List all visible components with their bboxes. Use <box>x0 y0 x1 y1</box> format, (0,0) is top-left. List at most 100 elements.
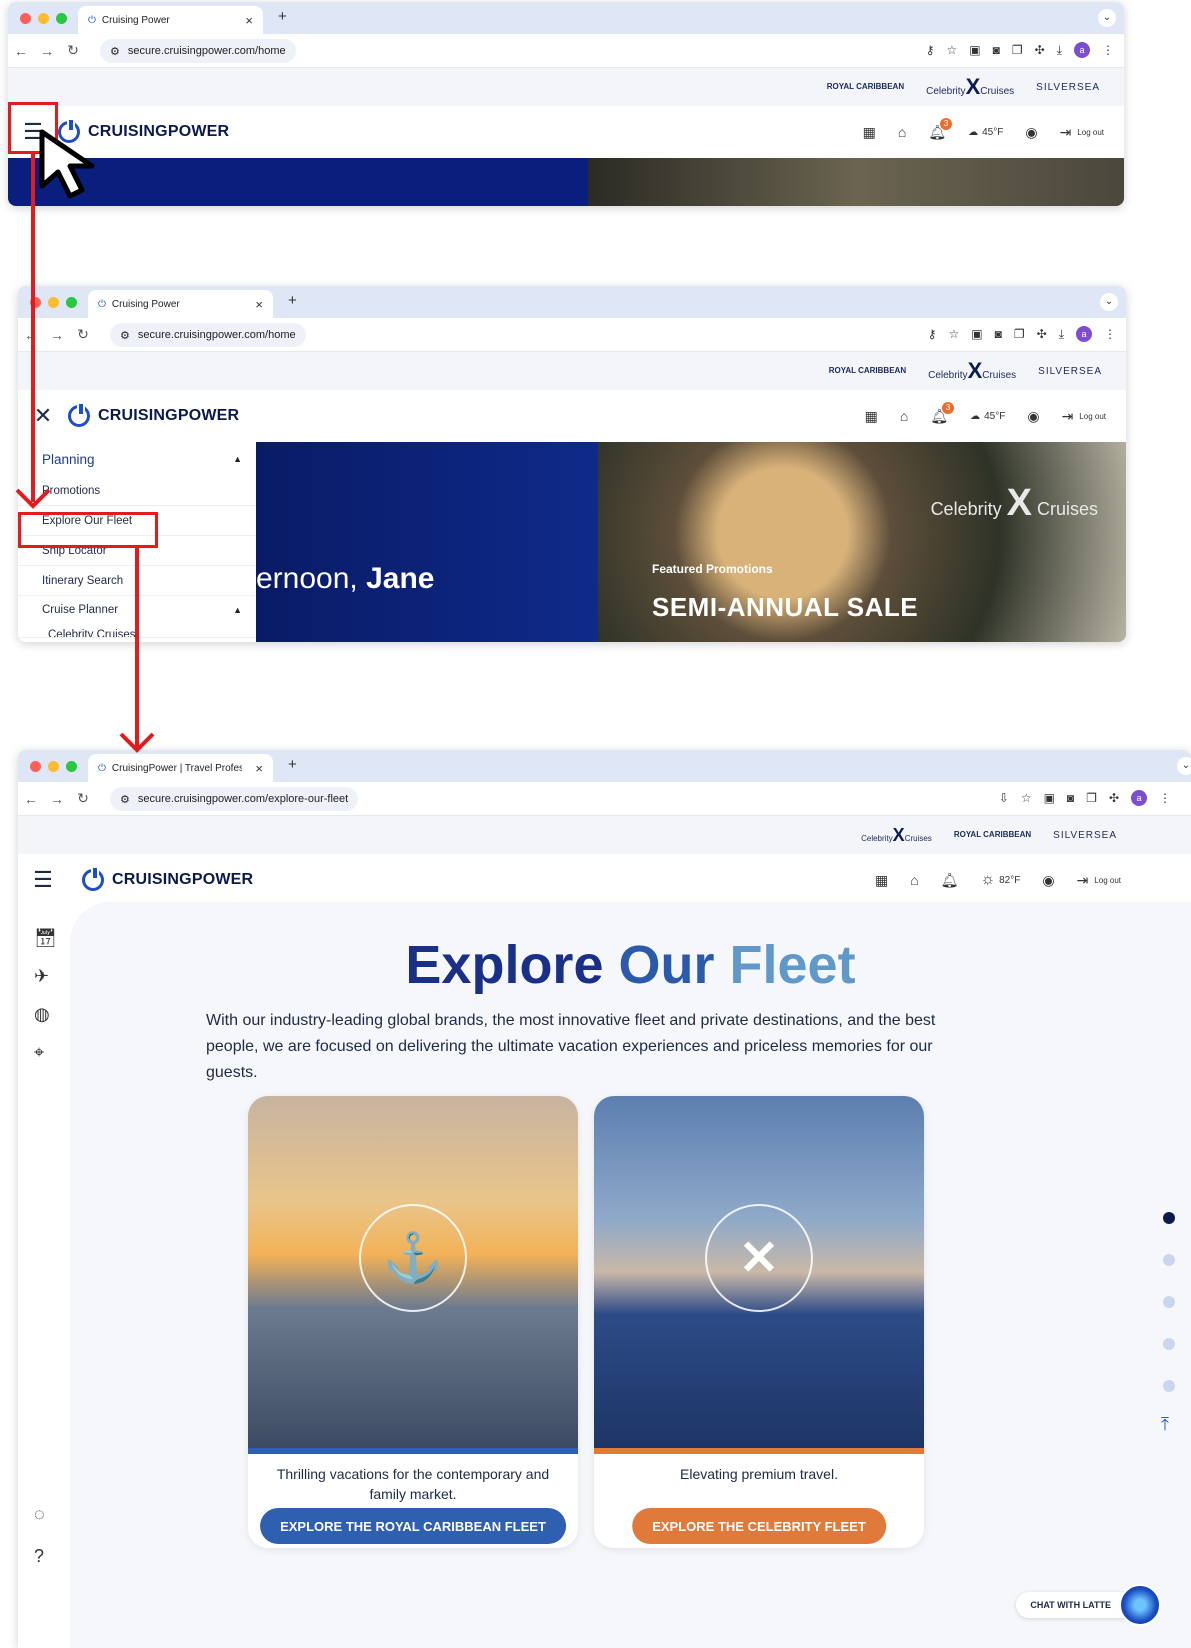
new-tab-icon[interactable]: + <box>288 292 297 309</box>
location-pin-icon[interactable]: ⌖ <box>34 1042 44 1063</box>
bookmark-star-icon[interactable]: ☆ <box>947 43 958 57</box>
extension-icon[interactable]: ▣ <box>969 43 980 57</box>
window-controls[interactable] <box>20 13 67 24</box>
weather-widget[interactable]: ☼ 82°F <box>980 871 1020 889</box>
account-icon[interactable]: ◉ <box>1025 124 1037 141</box>
close-tab-icon[interactable]: × <box>245 13 253 28</box>
chat-icon[interactable]: ⌂ <box>898 124 906 140</box>
extension-icon[interactable]: ▣ <box>1044 791 1055 805</box>
close-menu-icon[interactable]: ✕ <box>18 403 68 429</box>
explore-celebrity-button[interactable]: EXPLORE THE CELEBRITY FLEET <box>632 1508 886 1544</box>
reload-icon[interactable]: ↻ <box>60 42 86 59</box>
camera-icon[interactable]: ◙ <box>993 43 1000 57</box>
password-key-icon[interactable]: ⚷ <box>928 327 937 341</box>
camera-icon[interactable]: ◙ <box>1067 791 1074 805</box>
download-icon[interactable]: ⤓ <box>1059 327 1064 342</box>
extension-icon[interactable]: ▣ <box>971 327 982 341</box>
promotion-panel[interactable]: Celebrity X Cruises Featured Promotions … <box>598 442 1126 642</box>
tab-search-icon[interactable]: ⌄ <box>1098 9 1116 27</box>
sale-title[interactable]: SEMI-ANNUAL SALE <box>652 592 918 623</box>
profile-avatar[interactable]: a <box>1076 326 1092 342</box>
notifications-bell-icon[interactable]: 🔔︎ 3 <box>930 401 955 425</box>
globe-icon[interactable]: ◍ <box>34 1004 50 1025</box>
section-dot-active[interactable] <box>1163 1212 1175 1224</box>
more-menu-icon[interactable]: ⋮ <box>1102 43 1114 57</box>
apps-grid-icon[interactable]: ▦ <box>875 872 888 889</box>
section-dot[interactable] <box>1163 1296 1175 1308</box>
back-icon[interactable]: ← <box>8 43 34 59</box>
section-dot[interactable] <box>1163 1254 1175 1266</box>
close-tab-icon[interactable]: × <box>255 761 263 776</box>
reload-icon[interactable]: ↻ <box>70 790 96 807</box>
logout-button[interactable]: ⇥ Log out <box>1077 872 1121 889</box>
calendar-icon[interactable]: 📅︎ <box>34 928 57 949</box>
menu-section-planning[interactable]: Planning ▲ <box>18 442 256 476</box>
silversea-logo[interactable]: SILVERSEA <box>1038 366 1102 377</box>
cruisingpower-logo[interactable]: CRUISINGPOWER <box>68 402 239 427</box>
silversea-logo[interactable]: SILVERSEA <box>1036 82 1100 93</box>
cruisingpower-logo[interactable]: CRUISINGPOWER <box>82 866 253 891</box>
celebrity-card[interactable]: ✕ Elevating premium travel. EXPLORE THE … <box>594 1096 924 1548</box>
install-app-icon[interactable]: ⇩ <box>999 791 1009 805</box>
profile-avatar[interactable]: a <box>1131 790 1147 806</box>
close-tab-icon[interactable]: × <box>255 297 263 312</box>
bookmark-star-icon[interactable]: ☆ <box>949 327 960 341</box>
section-dot[interactable] <box>1163 1380 1175 1392</box>
logout-button[interactable]: ⇥ Log out <box>1060 124 1104 141</box>
weather-widget[interactable]: ☁ 45°F <box>970 411 1005 422</box>
notifications-bell-icon[interactable]: 🔔︎ <box>941 872 959 889</box>
tab-active[interactable]: ⏻ CruisingPower | Travel Profes × <box>88 754 273 782</box>
new-tab-icon[interactable]: + <box>278 8 287 25</box>
reload-icon[interactable]: ↻ <box>70 326 96 343</box>
more-menu-icon[interactable]: ⋮ <box>1104 327 1116 341</box>
forward-icon[interactable]: → <box>44 791 70 807</box>
logout-button[interactable]: ⇥ Log out <box>1062 408 1106 425</box>
scroll-top-icon[interactable]: ⤒ <box>1161 1414 1169 1435</box>
password-key-icon[interactable]: ⚷ <box>926 43 935 57</box>
site-info-icon[interactable]: ⚙ <box>120 329 130 342</box>
plane-icon[interactable]: ✈ <box>34 966 49 987</box>
chat-bubble-icon[interactable]: ◌ <box>34 1504 45 1525</box>
account-icon[interactable]: ◉ <box>1042 872 1054 889</box>
silversea-logo[interactable]: SILVERSEA <box>1053 830 1117 841</box>
apps-grid-icon[interactable]: ▦ <box>863 124 876 141</box>
site-info-icon[interactable]: ⚙ <box>110 45 120 58</box>
copy-icon[interactable]: ❐ <box>1086 791 1097 805</box>
copy-icon[interactable]: ❐ <box>1014 327 1025 341</box>
forward-icon[interactable]: → <box>34 43 60 59</box>
forward-icon[interactable]: → <box>44 327 70 343</box>
royal-caribbean-logo[interactable]: ROYAL CARIBBEAN <box>827 83 904 91</box>
copy-icon[interactable]: ❐ <box>1012 43 1023 57</box>
camera-icon[interactable]: ◙ <box>995 327 1002 341</box>
hamburger-menu-icon[interactable]: ☰ <box>18 867 68 893</box>
account-icon[interactable]: ◉ <box>1027 408 1039 425</box>
section-dot[interactable] <box>1163 1338 1175 1350</box>
royal-caribbean-card[interactable]: ⚓ Thrilling vacations for the contempora… <box>248 1096 578 1548</box>
help-icon[interactable]: ? <box>34 1546 44 1567</box>
notifications-bell-icon[interactable]: 🔔︎ 3 <box>928 117 953 141</box>
window-controls[interactable] <box>30 761 77 772</box>
celebrity-logo[interactable]: CelebrityXCruises <box>928 358 1016 384</box>
site-info-icon[interactable]: ⚙ <box>120 793 130 806</box>
window-controls[interactable] <box>30 297 77 308</box>
tab-active[interactable]: ⏻ Cruising Power × <box>78 6 263 34</box>
bookmark-star-icon[interactable]: ☆ <box>1021 791 1032 805</box>
celebrity-logo[interactable]: CelebrityXCruises <box>861 825 932 846</box>
profile-avatar[interactable]: a <box>1074 42 1090 58</box>
weather-widget[interactable]: ☁ 45°F <box>968 127 1003 138</box>
menu-item-promotions[interactable]: Promotions <box>18 476 256 506</box>
chat-assistant-icon[interactable] <box>1119 1584 1161 1626</box>
tab-search-icon[interactable]: ⌄ <box>1100 293 1118 311</box>
royal-caribbean-logo[interactable]: ROYAL CARIBBEAN <box>829 367 906 375</box>
new-tab-icon[interactable]: + <box>288 756 297 773</box>
url-field[interactable]: ⚙ secure.cruisingpower.com/explore-our-fl… <box>110 787 359 811</box>
puzzle-icon[interactable]: ✣ <box>1035 43 1045 57</box>
royal-caribbean-logo[interactable]: ROYAL CARIBBEAN <box>954 831 1031 839</box>
chat-icon[interactable]: ⌂ <box>910 872 918 888</box>
tab-search-icon[interactable]: ⌄ <box>1177 757 1191 775</box>
url-field[interactable]: ⚙ secure.cruisingpower.com/home <box>100 39 296 63</box>
explore-royal-caribbean-button[interactable]: EXPLORE THE ROYAL CARIBBEAN FLEET <box>260 1508 566 1544</box>
more-menu-icon[interactable]: ⋮ <box>1159 791 1171 805</box>
chat-widget[interactable]: CHAT WITH LATTE <box>1016 1584 1161 1626</box>
puzzle-icon[interactable]: ✣ <box>1037 327 1047 341</box>
